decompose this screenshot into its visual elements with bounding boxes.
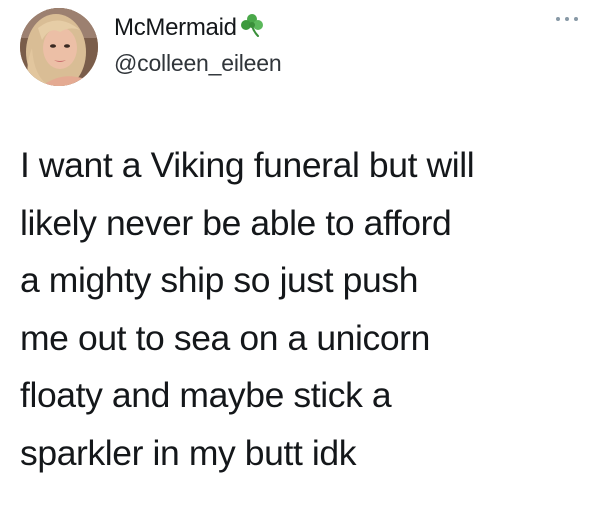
tweet-text-line: a mighty ship so just push: [20, 260, 419, 300]
dot: [556, 17, 560, 21]
tweet-text-line: likely never be able to afford: [20, 202, 452, 243]
tweet-text-line: I want a Viking funeral but will: [20, 145, 475, 185]
more-options-icon[interactable]: [556, 14, 578, 24]
tweet-text-line: floaty and maybe stick a: [20, 375, 392, 415]
dot: [574, 17, 578, 21]
tweet-text-line: me out to sea on a unicorn: [20, 317, 430, 358]
display-name[interactable]: McMermaid: [114, 14, 237, 42]
tweet-text-line: sparkler in my butt idk: [20, 432, 357, 473]
user-handle[interactable]: @colleen_eileen: [114, 50, 282, 77]
shamrock-icon: [239, 12, 265, 38]
dot: [565, 17, 569, 21]
tweet-card: McMermaid @colleen_eileen I want a Vikin…: [0, 0, 599, 518]
avatar[interactable]: [20, 8, 98, 86]
tweet-text: I want a Viking funeral but will likely …: [20, 137, 595, 482]
avatar-image: [20, 8, 98, 86]
display-name-row[interactable]: McMermaid: [114, 10, 265, 46]
